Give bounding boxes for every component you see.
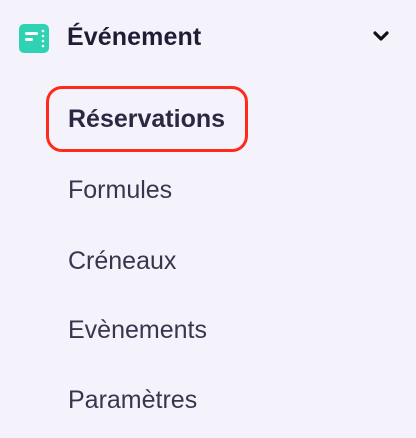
nav-item-reservations[interactable]: Réservations xyxy=(68,102,225,136)
nav-item-evenements[interactable]: Evènements xyxy=(68,313,207,347)
event-calendar-icon xyxy=(19,24,49,53)
section-header-evenement[interactable]: Événement xyxy=(0,0,416,76)
nav-item-creneaux[interactable]: Créneaux xyxy=(68,244,176,278)
chevron-down-icon[interactable] xyxy=(373,30,389,42)
nav-item-formules[interactable]: Formules xyxy=(68,173,172,207)
nav-item-parametres[interactable]: Paramètres xyxy=(68,383,197,417)
section-title: Événement xyxy=(67,23,202,51)
